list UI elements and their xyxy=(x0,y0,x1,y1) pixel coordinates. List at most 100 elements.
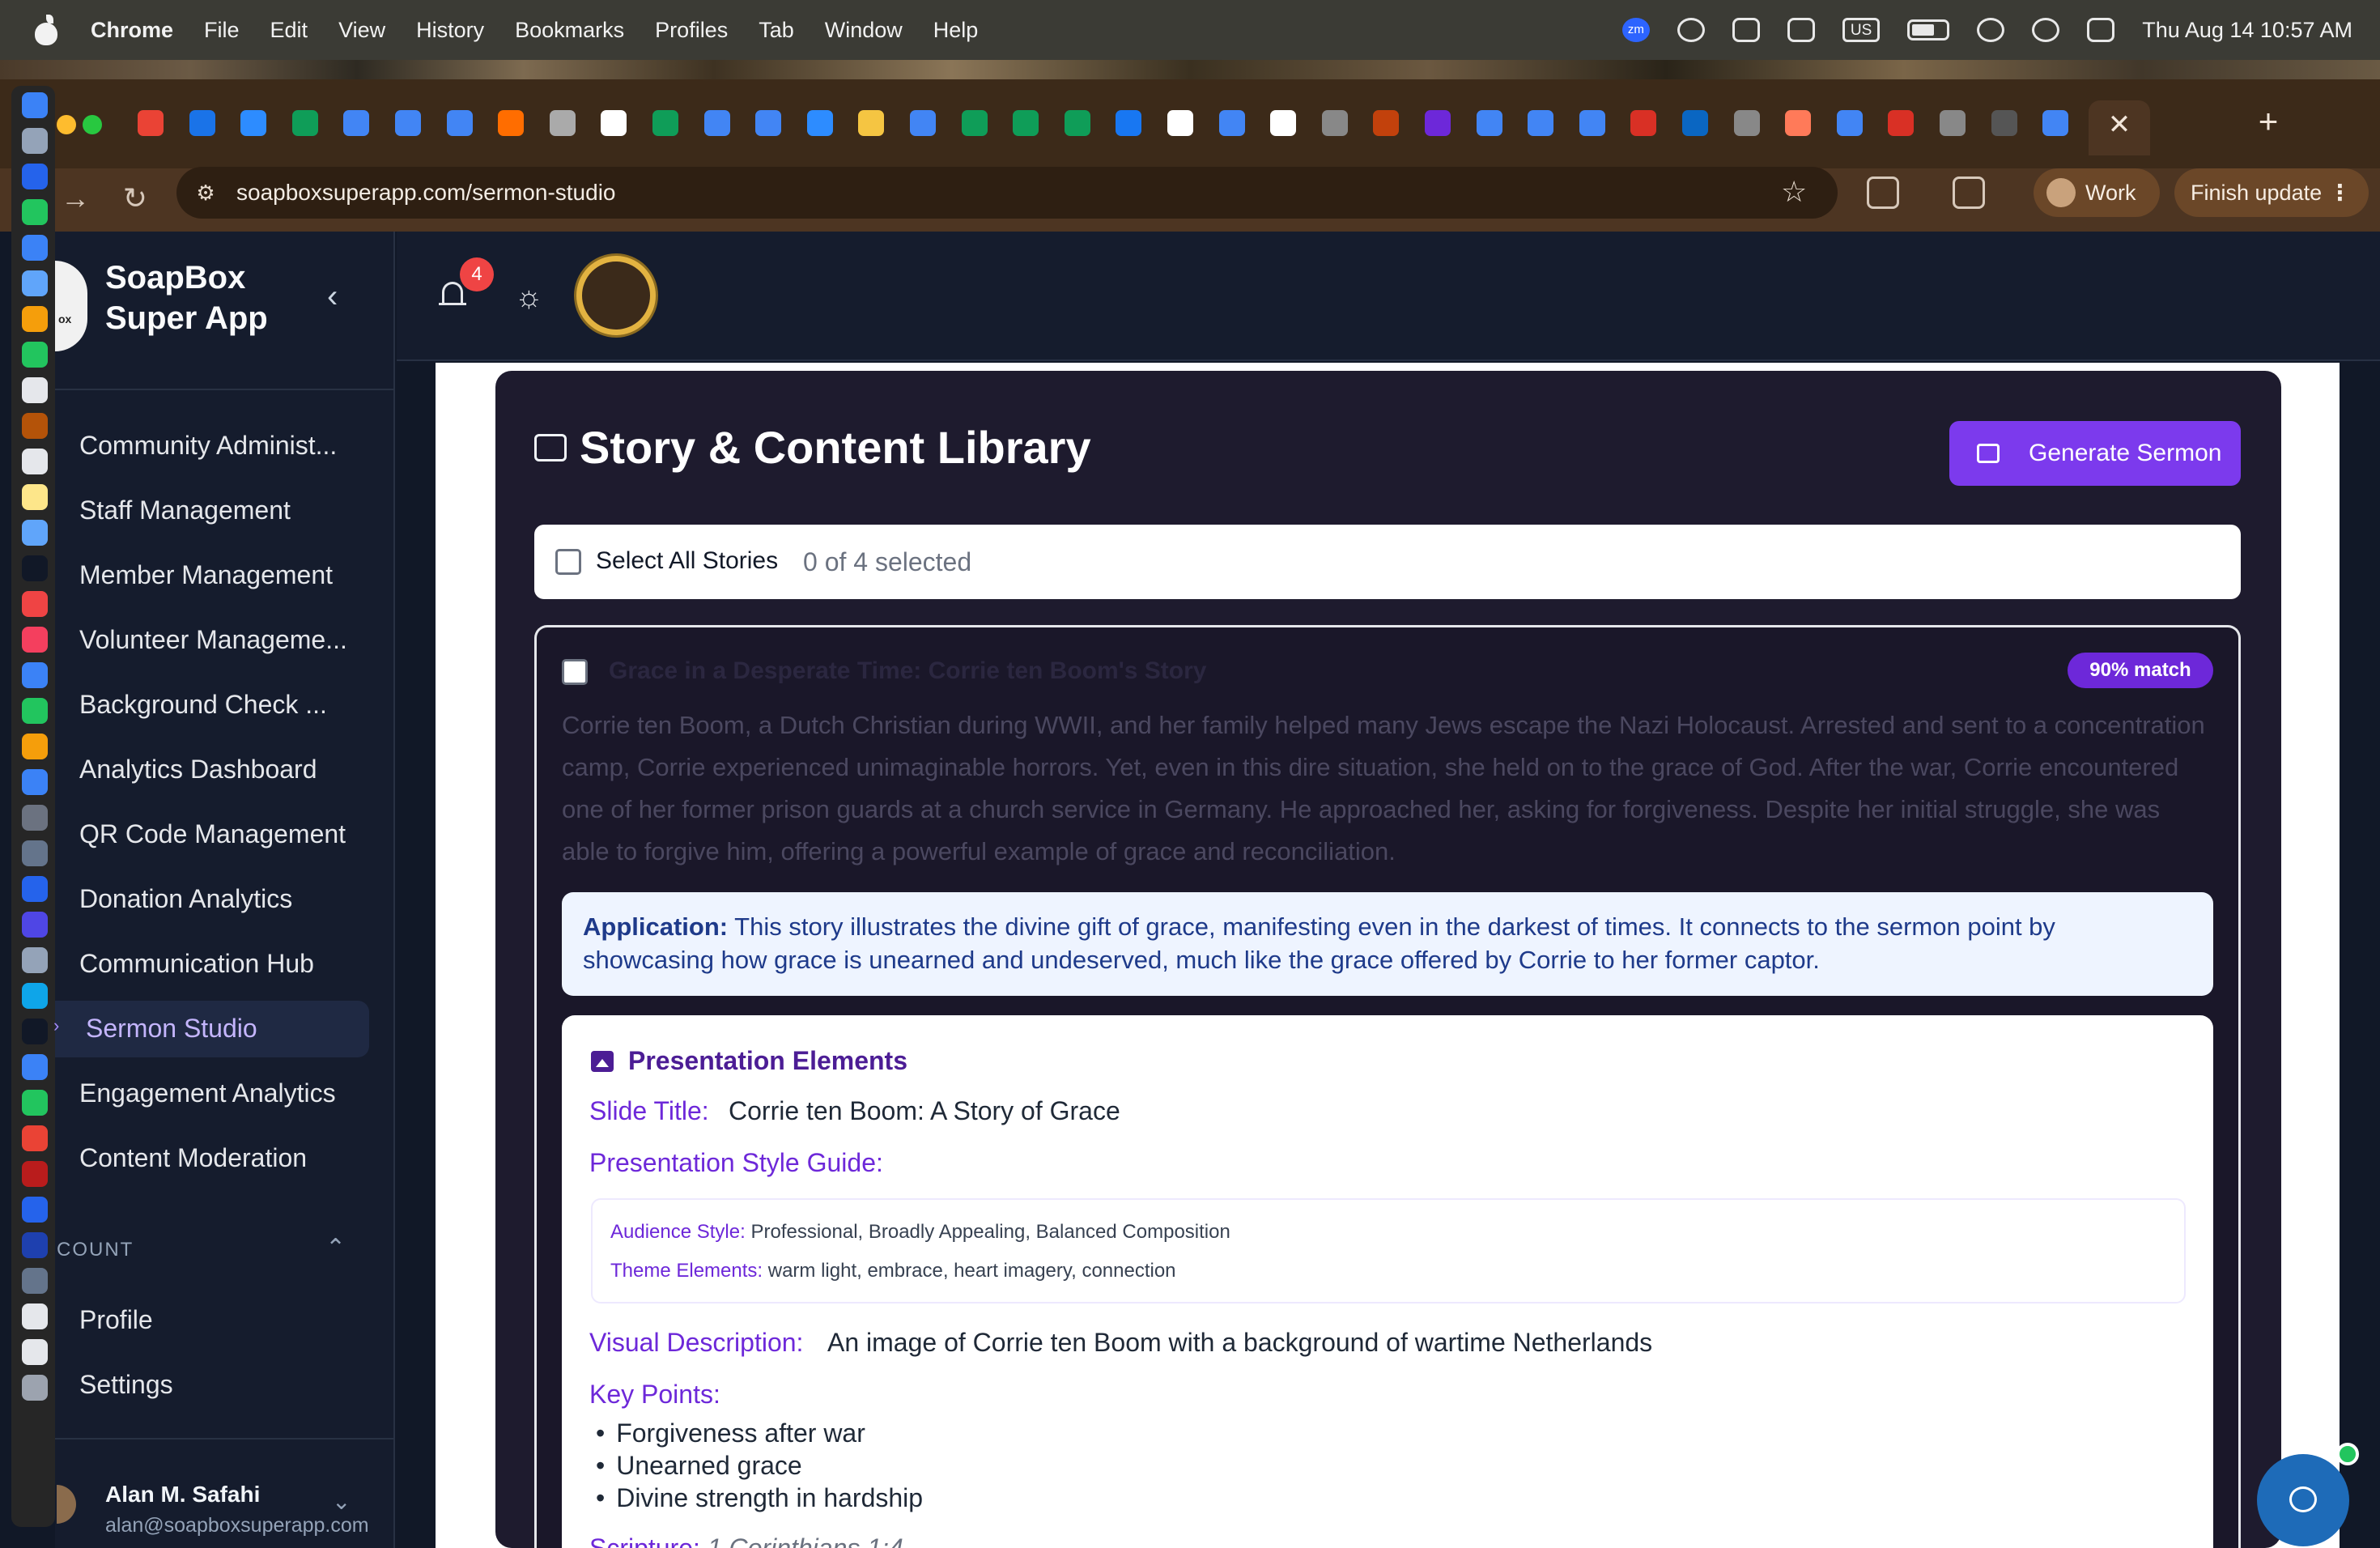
window-zoom-button[interactable] xyxy=(83,115,102,134)
forward-arrow-icon[interactable]: → xyxy=(55,178,96,219)
dock-app-icon[interactable] xyxy=(22,627,48,653)
dock-app-icon[interactable] xyxy=(22,342,48,368)
window-minimize-button[interactable] xyxy=(57,115,76,134)
tab-favicon[interactable] xyxy=(2042,110,2069,136)
dock-app-icon[interactable] xyxy=(22,805,48,831)
menu-help[interactable]: Help xyxy=(933,18,979,43)
tab-favicon[interactable] xyxy=(1888,110,1915,136)
tab-favicon[interactable] xyxy=(446,110,473,136)
tab-favicon[interactable] xyxy=(1836,110,1863,136)
tab-favicon[interactable] xyxy=(1476,110,1502,136)
dock-app-icon[interactable] xyxy=(22,555,48,581)
finish-update-button[interactable]: Finish update ⋮ xyxy=(2174,168,2369,217)
dock-app-icon[interactable] xyxy=(22,520,48,546)
bookmark-star-icon[interactable]: ☆ xyxy=(1781,175,1807,209)
tab-favicon[interactable] xyxy=(806,110,833,136)
zoom-status-icon[interactable]: zm xyxy=(1621,18,1650,42)
tab-close-icon[interactable]: ✕ xyxy=(2102,107,2137,142)
tab-favicon[interactable] xyxy=(291,110,318,136)
tab-favicon[interactable] xyxy=(1733,110,1760,136)
tab-favicon[interactable] xyxy=(1425,110,1451,136)
select-all-label[interactable]: Select All Stories xyxy=(596,547,778,575)
dock-app-icon[interactable] xyxy=(22,769,48,795)
sidebar-item-settings[interactable]: Settings xyxy=(79,1368,173,1401)
dock-app-icon[interactable] xyxy=(22,912,48,938)
tab-favicon[interactable] xyxy=(498,110,525,136)
dock-app-icon[interactable] xyxy=(22,1197,48,1223)
apple-icon[interactable] xyxy=(32,15,60,45)
chevron-up-icon[interactable]: ⌃ xyxy=(325,1234,346,1262)
dock-app-icon[interactable] xyxy=(22,698,48,724)
tab-favicon[interactable] xyxy=(395,110,421,136)
menu-app-name[interactable]: Chrome xyxy=(91,18,173,43)
dock-app-icon[interactable] xyxy=(22,983,48,1009)
dock-app-icon[interactable] xyxy=(22,484,48,510)
dock-app-icon[interactable] xyxy=(22,1268,48,1294)
tab-favicon[interactable] xyxy=(1013,110,1039,136)
sidebar-item-community-admin[interactable]: Community Administ... xyxy=(79,429,337,461)
dock-app-icon[interactable] xyxy=(22,1054,48,1080)
dock-app-icon[interactable] xyxy=(22,1125,48,1151)
tab-favicon[interactable] xyxy=(961,110,988,136)
tab-favicon[interactable] xyxy=(343,110,370,136)
dock-app-icon[interactable] xyxy=(22,662,48,688)
dock-app-icon[interactable] xyxy=(22,1375,48,1401)
tab-favicon[interactable] xyxy=(189,110,215,136)
dock-app-icon[interactable] xyxy=(22,128,48,154)
at-sign-status-icon[interactable] xyxy=(1677,18,1705,42)
menu-window[interactable]: Window xyxy=(825,18,903,43)
tab-favicon[interactable] xyxy=(755,110,782,136)
new-tab-button[interactable]: + xyxy=(2250,104,2286,139)
theme-toggle-sun-icon[interactable]: ☼ xyxy=(515,280,543,315)
reload-icon[interactable]: ↻ xyxy=(115,178,155,219)
tab-favicon[interactable] xyxy=(1116,110,1142,136)
control-center-icon[interactable] xyxy=(2087,18,2115,42)
wifi-icon[interactable] xyxy=(1977,18,2005,42)
tab-search-icon[interactable] xyxy=(1953,176,1985,209)
tab-favicon[interactable] xyxy=(703,110,730,136)
sidebar-item-engagement-analytics[interactable]: Engagement Analytics xyxy=(79,1077,336,1109)
outlook-status-icon[interactable] xyxy=(1732,18,1760,42)
tab-favicon[interactable] xyxy=(1064,110,1090,136)
generate-sermon-button[interactable]: Generate Sermon xyxy=(1949,421,2241,486)
tab-favicon[interactable] xyxy=(1270,110,1297,136)
url-text[interactable]: soapboxsuperapp.com/sermon-studio xyxy=(236,178,615,207)
collapse-sidebar-chevron-icon[interactable]: ‹ xyxy=(327,279,338,315)
spotlight-search-icon[interactable] xyxy=(2032,18,2060,42)
dock-app-icon[interactable] xyxy=(22,1161,48,1187)
dock-app-icon[interactable] xyxy=(22,840,48,866)
sidebar-item-analytics-dashboard[interactable]: Analytics Dashboard xyxy=(79,753,317,785)
tab-favicon[interactable] xyxy=(1682,110,1708,136)
tab-favicon[interactable] xyxy=(549,110,576,136)
dock-app-icon[interactable] xyxy=(22,235,48,261)
dock-app-icon[interactable] xyxy=(22,1232,48,1258)
dock-app-icon[interactable] xyxy=(22,947,48,973)
teams-status-icon[interactable] xyxy=(1787,18,1815,42)
menu-file[interactable]: File xyxy=(204,18,240,43)
dock-app-icon[interactable] xyxy=(22,591,48,617)
sidebar-item-communication-hub[interactable]: Communication Hub xyxy=(79,947,314,980)
dock-app-icon[interactable] xyxy=(22,1339,48,1365)
tab-favicon[interactable] xyxy=(858,110,885,136)
tab-favicon[interactable] xyxy=(1785,110,1812,136)
dock-app-icon[interactable] xyxy=(22,92,48,118)
menubar-clock[interactable]: Thu Aug 14 10:57 AM xyxy=(2142,18,2352,43)
dock-app-icon[interactable] xyxy=(22,876,48,902)
notification-bell-icon[interactable] xyxy=(439,282,466,313)
dock-app-icon[interactable] xyxy=(22,270,48,296)
header-avatar[interactable] xyxy=(576,256,656,335)
sidebar-item-donation-analytics[interactable]: Donation Analytics xyxy=(79,882,292,915)
user-menu-chevron-icon[interactable]: ⌄ xyxy=(332,1488,351,1515)
sidebar-item-staff-management[interactable]: Staff Management xyxy=(79,494,291,526)
sidebar-item-profile[interactable]: Profile xyxy=(79,1303,153,1336)
battery-icon[interactable] xyxy=(1907,19,1950,40)
menu-view[interactable]: View xyxy=(338,18,385,43)
tab-favicon[interactable] xyxy=(1528,110,1554,136)
tab-favicon[interactable] xyxy=(1579,110,1605,136)
tab-favicon[interactable] xyxy=(1321,110,1348,136)
sidebar-item-sermon-studio[interactable]: Sermon Studio xyxy=(86,1012,257,1044)
tab-favicon[interactable] xyxy=(1630,110,1657,136)
sidebar-item-background-check[interactable]: Background Check ... xyxy=(79,688,327,721)
menu-bookmarks[interactable]: Bookmarks xyxy=(515,18,624,43)
extensions-icon[interactable] xyxy=(1867,176,1899,209)
